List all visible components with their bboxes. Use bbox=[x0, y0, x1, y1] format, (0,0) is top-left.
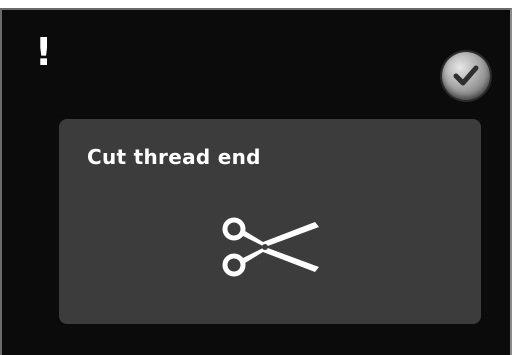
message-text: Cut thread end bbox=[87, 145, 261, 169]
confirm-button[interactable] bbox=[442, 52, 490, 100]
exclamation-icon: ! bbox=[35, 30, 53, 74]
checkmark-icon bbox=[453, 65, 479, 86]
sewing-machine-screen: ! Cut thread end bbox=[0, 8, 512, 355]
scissors-icon bbox=[222, 217, 319, 277]
message-panel: Cut thread end bbox=[59, 119, 481, 324]
